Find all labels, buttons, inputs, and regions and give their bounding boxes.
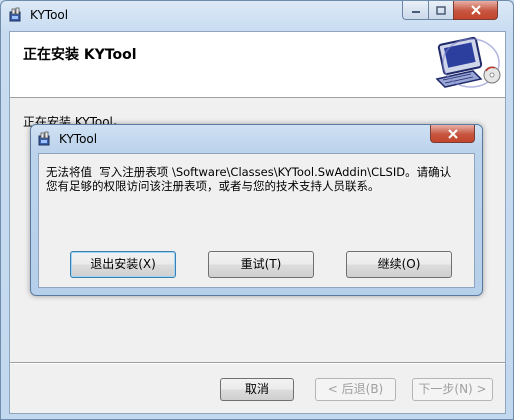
next-button[interactable]: 下一步(N) >	[412, 378, 493, 401]
exit-setup-button[interactable]: 退出安装(X)	[70, 251, 176, 278]
continue-button[interactable]: 继续(O)	[346, 251, 452, 278]
maximize-icon	[436, 5, 446, 15]
page-title: 正在安装 KYTool	[23, 47, 137, 63]
installer-app-icon	[38, 131, 50, 146]
error-message: 无法将值 写入注册表项 \Software\Classes\KYTool.SwA…	[46, 165, 452, 193]
computer-install-graphic	[435, 36, 501, 88]
dialog-close-button[interactable]	[430, 125, 475, 143]
maximize-button[interactable]	[428, 1, 454, 20]
dialog-body: 无法将值 写入注册表项 \Software\Classes\KYTool.SwA…	[38, 153, 475, 288]
error-dialog: KYTool 无法将值 写入注册表项 \Software\Classes\KYT…	[30, 124, 483, 296]
dialog-title: KYTool	[59, 132, 98, 146]
window-title: KYTool	[30, 8, 69, 22]
close-button[interactable]	[453, 1, 498, 20]
cancel-button[interactable]: 取消	[220, 378, 294, 401]
retry-button[interactable]: 重试(T)	[208, 251, 314, 278]
minimize-button[interactable]	[402, 1, 429, 20]
header-banner: 正在安装 KYTool	[10, 32, 505, 98]
back-button[interactable]: < 后退(B)	[315, 378, 396, 401]
close-icon	[447, 128, 458, 139]
minimize-icon	[411, 11, 420, 13]
separator	[10, 362, 505, 364]
title-bar[interactable]: KYTool	[1, 1, 513, 31]
installer-app-icon	[9, 7, 21, 22]
close-icon	[470, 5, 481, 15]
